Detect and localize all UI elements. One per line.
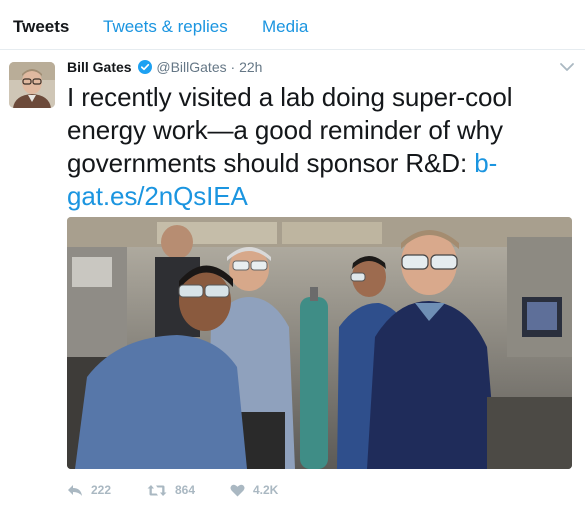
profile-tabs: Tweets Tweets & replies Media	[0, 0, 585, 50]
reply-icon	[68, 484, 82, 496]
tweet-body: I recently visited a lab doing super-coo…	[67, 82, 513, 178]
reply-count: 222	[91, 483, 112, 497]
tab-tweets-and-replies[interactable]: Tweets & replies	[103, 17, 228, 37]
avatar[interactable]	[9, 62, 55, 108]
author-handle[interactable]: @BillGates	[156, 59, 226, 75]
retweet-count: 864	[175, 483, 196, 497]
tweet-photo[interactable]	[67, 217, 572, 469]
retweet-icon	[147, 484, 167, 496]
tab-tweets[interactable]: Tweets	[13, 17, 69, 37]
like-button[interactable]: 4.2K	[230, 480, 278, 500]
tweet-header: Bill Gates @BillGates · 22h	[67, 59, 262, 79]
tab-media[interactable]: Media	[262, 17, 308, 37]
author-name[interactable]: Bill Gates	[67, 59, 132, 75]
tweet-text: I recently visited a lab doing super-coo…	[67, 81, 567, 213]
chevron-down-icon[interactable]	[559, 60, 575, 74]
verified-badge-icon	[138, 60, 153, 77]
reply-button[interactable]: 222	[67, 480, 111, 500]
tweet-timestamp[interactable]: 22h	[239, 59, 262, 75]
retweet-button[interactable]: 864	[147, 480, 195, 500]
heart-icon	[230, 484, 245, 496]
like-count: 4.2K	[253, 483, 279, 497]
header-separator: ·	[230, 59, 236, 75]
